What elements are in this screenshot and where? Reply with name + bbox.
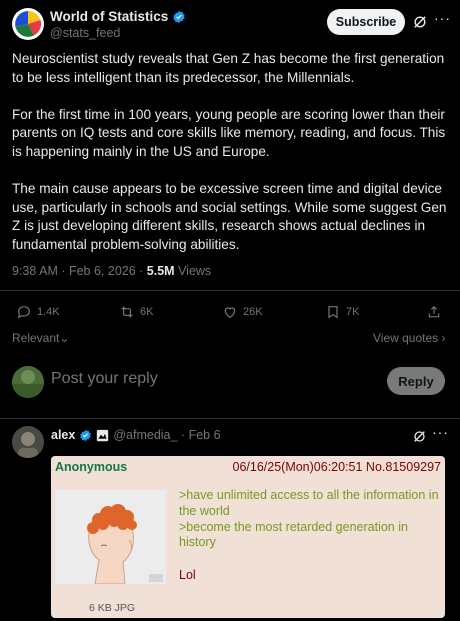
chevron-down-icon: ⌄ bbox=[59, 331, 70, 345]
sort-relevant-dropdown[interactable]: Relevant⌄ bbox=[12, 331, 69, 345]
post-paragraph: For the first time in 100 years, young p… bbox=[12, 106, 446, 159]
repost-action[interactable]: 6K bbox=[119, 304, 153, 320]
like-action[interactable]: 26K bbox=[222, 304, 263, 320]
bookmark-action[interactable]: 7K bbox=[325, 304, 359, 320]
repost-count: 6K bbox=[140, 306, 154, 318]
divider bbox=[0, 418, 460, 419]
reply-count: 1.4K bbox=[37, 306, 60, 318]
author-name-row: World of Statistics bbox=[50, 9, 186, 24]
pie-chart-logo bbox=[13, 9, 43, 39]
chan-post-datetime: 06/16/25(Mon)06:20:51 No.81509297 bbox=[232, 460, 442, 474]
share-icon bbox=[428, 305, 440, 318]
reply-button[interactable]: Reply bbox=[387, 367, 445, 395]
author-avatar[interactable] bbox=[12, 8, 44, 40]
post-header: World of Statistics @stats_feed Subscrib… bbox=[12, 6, 451, 46]
more-options-icon[interactable]: ··· bbox=[432, 424, 449, 440]
share-action[interactable] bbox=[426, 304, 442, 320]
divider bbox=[0, 290, 460, 291]
verified-badge-icon bbox=[173, 10, 185, 23]
sort-label: Relevant bbox=[12, 331, 60, 345]
user-avatar bbox=[12, 366, 44, 398]
post-paragraph: The main cause appears to be excessive s… bbox=[12, 181, 447, 252]
greentext-line: >have unlimited access to all the inform… bbox=[179, 488, 439, 518]
grok-icon[interactable] bbox=[413, 430, 426, 443]
reply-header: alex @afmedia_ · Feb 6 bbox=[51, 428, 221, 442]
reply-handle-date[interactable]: @afmedia_ · Feb 6 bbox=[113, 428, 220, 442]
reply-icon bbox=[17, 306, 30, 319]
chan-file-info: 6 KB JPG bbox=[89, 602, 136, 614]
chevron-right-icon: › bbox=[438, 331, 446, 345]
post-text: Neuroscientist study reveals that Gen Z … bbox=[12, 50, 448, 273]
author-name[interactable]: World of Statistics bbox=[50, 9, 168, 24]
haircut-illustration bbox=[55, 490, 166, 584]
action-bar: 1.4K 6K 26K 7K bbox=[12, 304, 448, 322]
view-quotes-link[interactable]: View quotes › bbox=[373, 331, 446, 345]
reply-action[interactable]: 1.4K bbox=[16, 304, 60, 320]
views-count: 5.5M bbox=[146, 264, 175, 278]
post-timestamp[interactable]: 9:38 AM · Feb 6, 2026 · bbox=[12, 264, 147, 278]
view-quotes-label: View quotes bbox=[373, 331, 439, 345]
subscribe-button[interactable]: Subscribe bbox=[327, 9, 405, 35]
reply-author-name[interactable]: alex bbox=[51, 428, 75, 442]
post-paragraph: Neuroscientist study reveals that Gen Z … bbox=[12, 51, 445, 85]
verified-badge-icon bbox=[80, 429, 92, 441]
more-options-icon[interactable]: ··· bbox=[434, 10, 451, 26]
bookmark-count: 7K bbox=[346, 306, 360, 318]
avatar-image bbox=[12, 426, 44, 458]
reply-author-avatar[interactable] bbox=[12, 426, 44, 458]
views-label: Views bbox=[174, 264, 212, 278]
chan-thumbnail bbox=[55, 490, 166, 584]
chan-poster-name: Anonymous bbox=[55, 460, 128, 474]
like-count: 26K bbox=[243, 306, 263, 318]
landscape-avatar-image bbox=[12, 366, 44, 398]
heart-icon bbox=[224, 307, 236, 319]
bookmark-icon bbox=[328, 306, 338, 319]
attached-image[interactable]: Anonymous 06/16/25(Mon)06:20:51 No.81509… bbox=[51, 456, 445, 618]
greentext-block: >have unlimited access to all the inform… bbox=[179, 488, 441, 551]
repost-icon bbox=[121, 306, 133, 318]
affiliate-badge-icon bbox=[97, 429, 109, 441]
greentext-line: >become the most retarded generation in … bbox=[179, 519, 408, 550]
author-handle[interactable]: @stats_feed bbox=[50, 26, 120, 40]
post-meta: 9:38 AM · Feb 6, 2026 · 5.5M Views bbox=[12, 264, 211, 278]
chan-closing-text: Lol bbox=[179, 568, 196, 582]
grok-icon[interactable] bbox=[413, 15, 427, 29]
reply-input[interactable]: Post your reply bbox=[51, 370, 158, 388]
